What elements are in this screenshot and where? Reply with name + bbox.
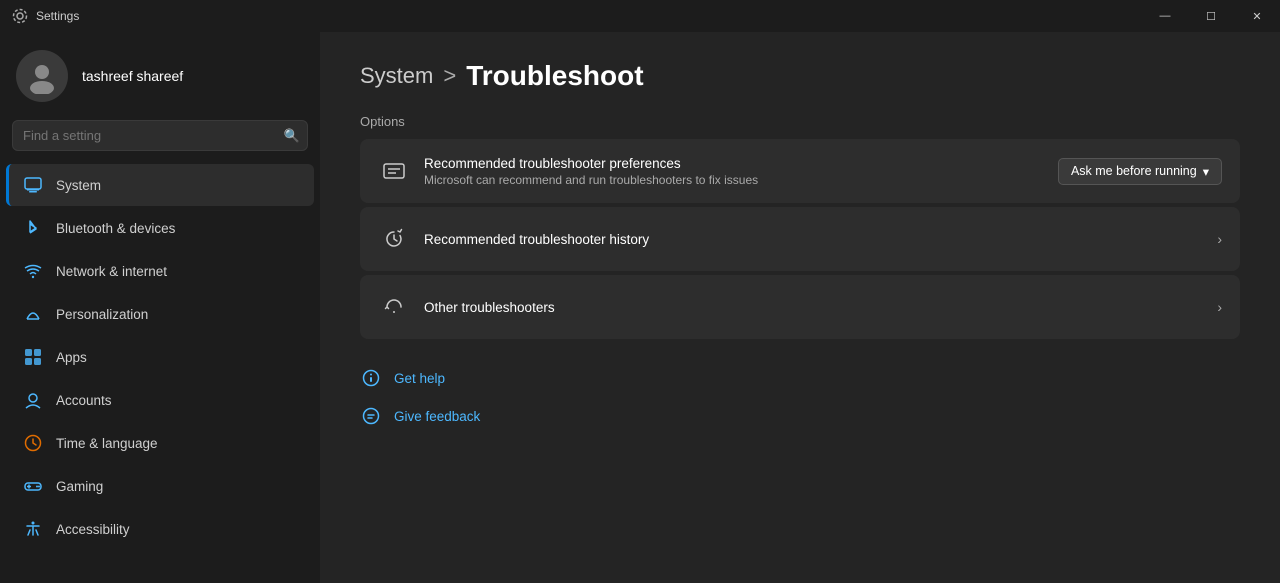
breadcrumb-current: Troubleshoot [466, 60, 643, 92]
accessibility-icon [22, 518, 44, 540]
apps-icon [22, 346, 44, 368]
maximize-button[interactable]: ☐ [1188, 0, 1234, 32]
accounts-icon [22, 389, 44, 411]
chevron-right-icon-2: › [1217, 299, 1222, 315]
settings-icon [12, 8, 28, 24]
avatar-icon [24, 58, 60, 94]
titlebar: Settings — ☐ ✕ [0, 0, 1280, 32]
feedback-icon [360, 405, 382, 427]
close-button[interactable]: ✕ [1234, 0, 1280, 32]
option-history-title: Recommended troubleshooter history [424, 232, 1217, 247]
breadcrumb-separator: > [443, 63, 456, 89]
sidebar-item-accounts[interactable]: Accounts [6, 379, 314, 421]
sidebar-item-accessibility[interactable]: Accessibility [6, 508, 314, 550]
gaming-icon [22, 475, 44, 497]
option-preferences-text: Recommended troubleshooter preferences M… [424, 156, 1058, 187]
titlebar-title: Settings [36, 9, 79, 23]
get-help-link[interactable]: Get help [360, 359, 1240, 397]
search-icon: 🔍 [284, 128, 300, 144]
history-icon [378, 223, 410, 255]
sidebar-item-time[interactable]: Time & language [6, 422, 314, 464]
bluetooth-icon [22, 217, 44, 239]
help-icon [360, 367, 382, 389]
option-preferences-right: Ask me before running ▾ [1058, 158, 1222, 185]
chevron-down-icon: ▾ [1203, 164, 1209, 179]
option-preferences-subtitle: Microsoft can recommend and run troubles… [424, 173, 1058, 187]
sidebar-item-label-personalization: Personalization [56, 307, 148, 322]
sidebar-item-label-time: Time & language [56, 436, 158, 451]
network-icon [22, 260, 44, 282]
sidebar-item-label-accounts: Accounts [56, 393, 112, 408]
dropdown-value: Ask me before running [1071, 164, 1197, 178]
option-other-text: Other troubleshooters [424, 300, 1217, 315]
username: tashreef shareef [82, 68, 183, 84]
breadcrumb-parent[interactable]: System [360, 63, 433, 89]
sidebar-item-label-apps: Apps [56, 350, 87, 365]
preferences-icon [378, 155, 410, 187]
option-history[interactable]: Recommended troubleshooter history › [360, 207, 1240, 271]
sidebar-item-label-accessibility: Accessibility [56, 522, 130, 537]
sidebar-item-label-system: System [56, 178, 101, 193]
sidebar-item-apps[interactable]: Apps [6, 336, 314, 378]
user-section: tashreef shareef [0, 40, 320, 120]
option-other-right: › [1217, 299, 1222, 315]
other-icon [378, 291, 410, 323]
search-box: 🔍 [12, 120, 308, 151]
sidebar-item-label-network: Network & internet [56, 264, 167, 279]
sidebar-item-network[interactable]: Network & internet [6, 250, 314, 292]
personalization-icon [22, 303, 44, 325]
breadcrumb: System > Troubleshoot [360, 60, 1240, 92]
nav-items: System Bluetooth & devices [0, 163, 320, 551]
chevron-right-icon: › [1217, 231, 1222, 247]
app-body: tashreef shareef 🔍 System [0, 32, 1280, 583]
main-content: System > Troubleshoot Options Recommende… [320, 32, 1280, 583]
sidebar: tashreef shareef 🔍 System [0, 32, 320, 583]
give-feedback-label: Give feedback [394, 409, 480, 424]
avatar [16, 50, 68, 102]
give-feedback-link[interactable]: Give feedback [360, 397, 1240, 435]
option-other-title: Other troubleshooters [424, 300, 1217, 315]
time-icon [22, 432, 44, 454]
option-history-text: Recommended troubleshooter history [424, 232, 1217, 247]
titlebar-controls: — ☐ ✕ [1142, 0, 1280, 32]
get-help-label: Get help [394, 371, 445, 386]
preferences-dropdown[interactable]: Ask me before running ▾ [1058, 158, 1222, 185]
minimize-button[interactable]: — [1142, 0, 1188, 32]
system-icon [22, 174, 44, 196]
sidebar-item-bluetooth[interactable]: Bluetooth & devices [6, 207, 314, 249]
sidebar-item-personalization[interactable]: Personalization [6, 293, 314, 335]
links-section: Get help Give feedback [360, 359, 1240, 435]
search-input[interactable] [12, 120, 308, 151]
option-preferences-title: Recommended troubleshooter preferences [424, 156, 1058, 171]
section-label: Options [360, 114, 1240, 129]
option-other[interactable]: Other troubleshooters › [360, 275, 1240, 339]
sidebar-item-system[interactable]: System [6, 164, 314, 206]
option-history-right: › [1217, 231, 1222, 247]
sidebar-item-label-gaming: Gaming [56, 479, 103, 494]
option-preferences[interactable]: Recommended troubleshooter preferences M… [360, 139, 1240, 203]
sidebar-item-label-bluetooth: Bluetooth & devices [56, 221, 175, 236]
sidebar-item-gaming[interactable]: Gaming [6, 465, 314, 507]
titlebar-left: Settings [12, 8, 79, 24]
